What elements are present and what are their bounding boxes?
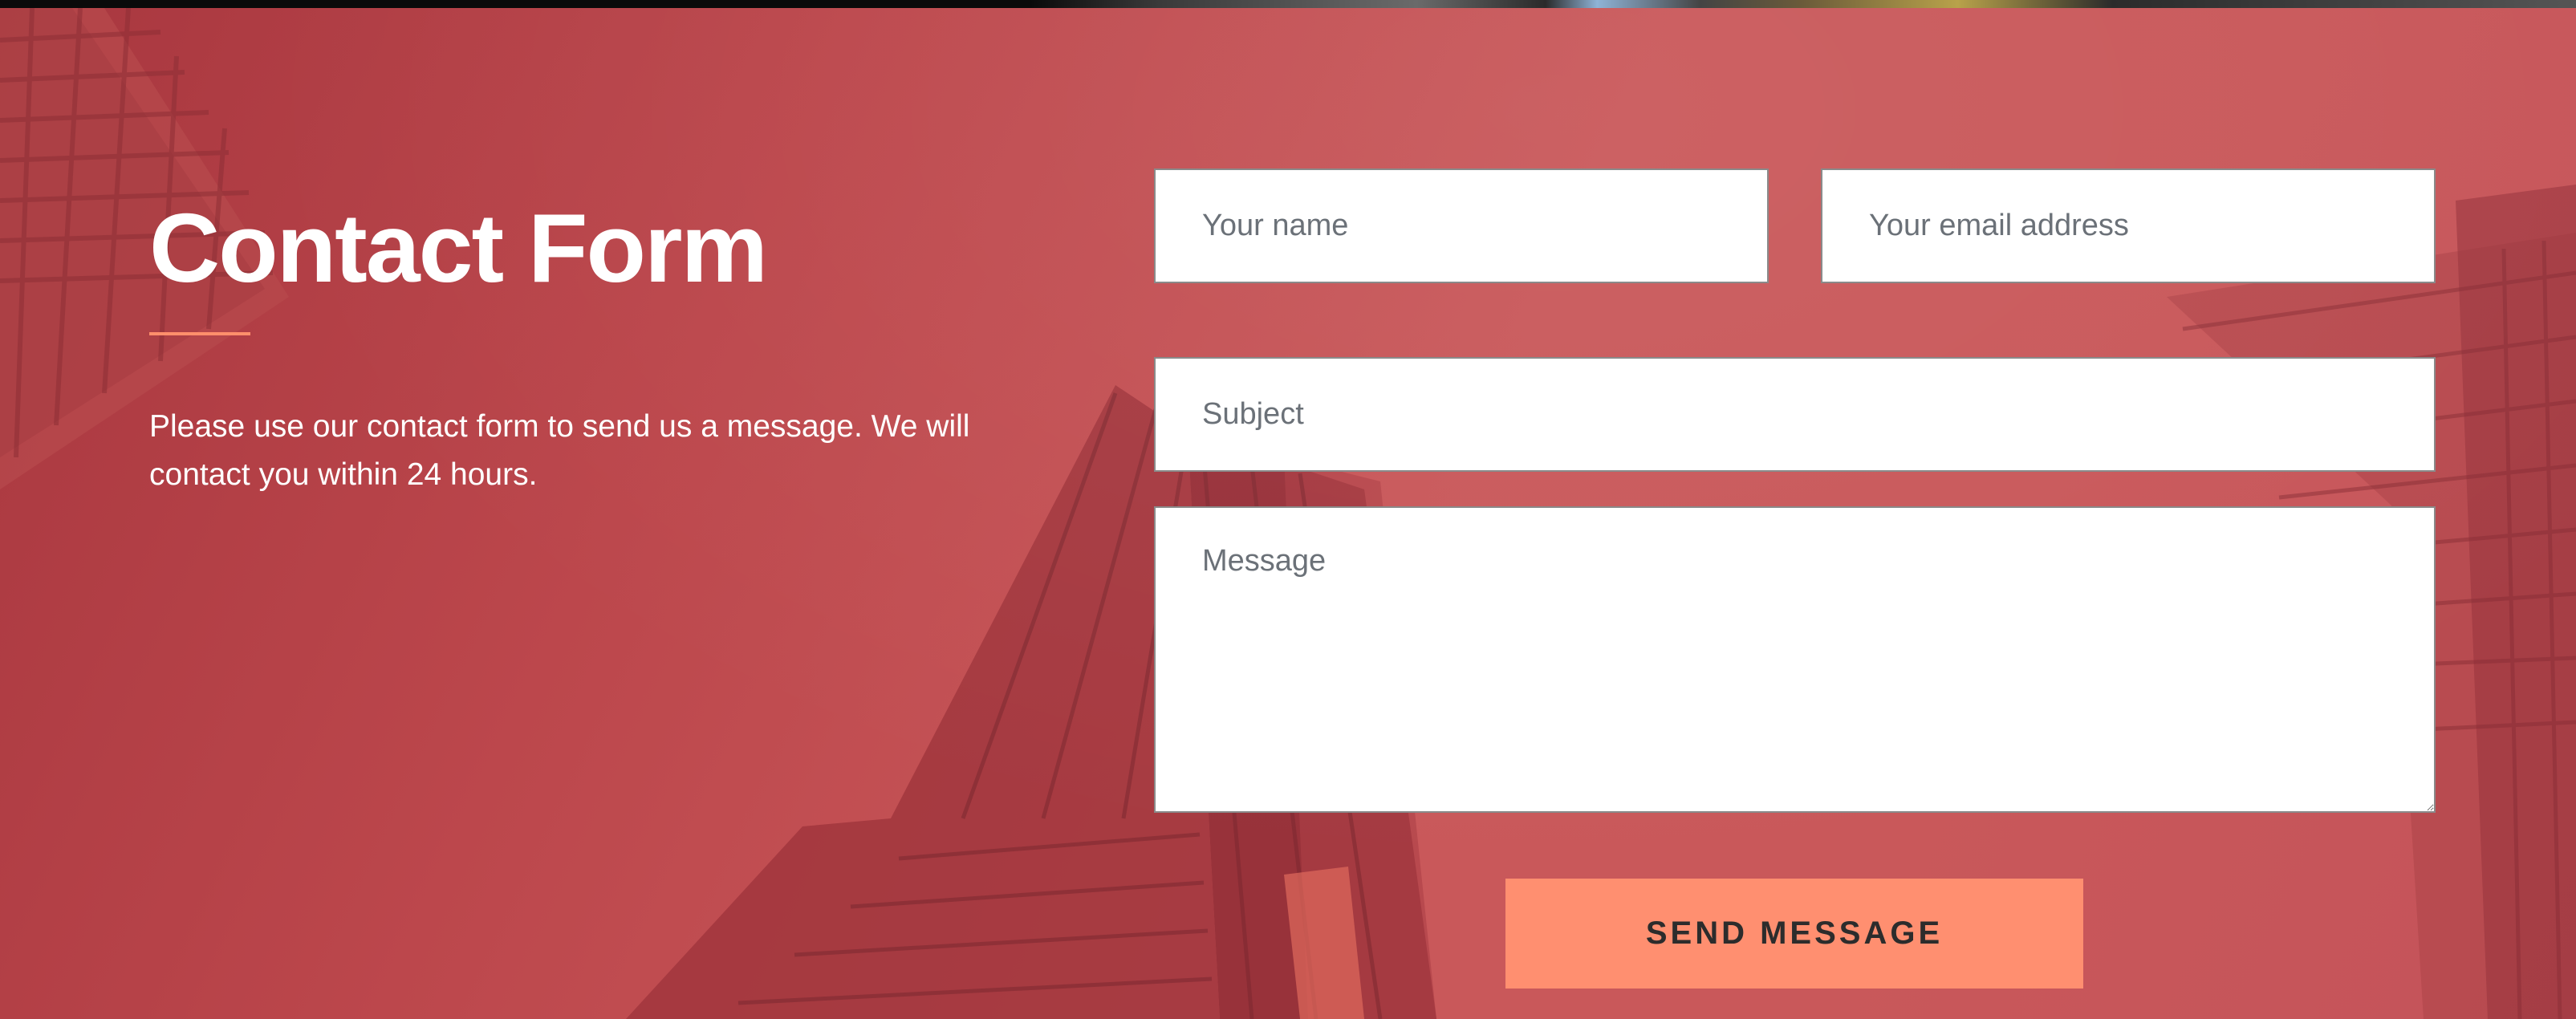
- subject-input[interactable]: [1154, 357, 2436, 472]
- top-image-strip: [0, 0, 2576, 8]
- title-underline: [149, 332, 250, 336]
- intro-text: Please use our contact form to send us a…: [149, 409, 970, 493]
- email-input[interactable]: [1821, 168, 2436, 283]
- contact-intro: Contact Form Please use our contact form…: [149, 194, 1000, 530]
- message-textarea[interactable]: [1154, 506, 2436, 813]
- name-input[interactable]: [1154, 168, 1769, 283]
- send-message-button[interactable]: SEND MESSAGE: [1505, 879, 2083, 989]
- page-title: Contact Form: [149, 193, 768, 302]
